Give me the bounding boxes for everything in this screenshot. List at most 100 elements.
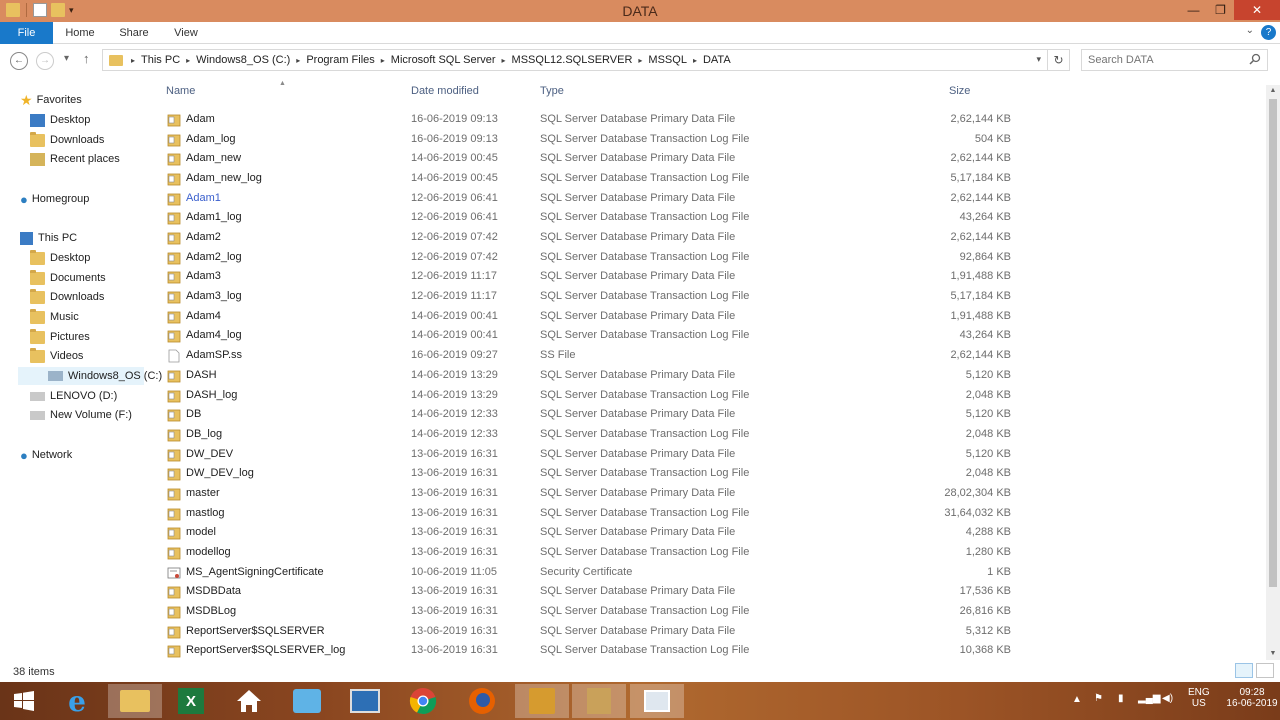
signal-icon[interactable]: ▂▄▆	[1138, 693, 1160, 704]
recent-locations-icon[interactable]: ▾	[64, 53, 69, 64]
battery-icon[interactable]: ▮	[1118, 693, 1124, 704]
volume-icon[interactable]: ◀)	[1162, 693, 1173, 704]
column-header-name[interactable]: Name	[166, 85, 195, 103]
sidebar-item-windows8-os[interactable]: Windows8_OS (C:)	[18, 367, 162, 385]
tab-view[interactable]: View	[166, 22, 206, 44]
sql-server-icon[interactable]	[515, 684, 569, 718]
sidebar-item-videos[interactable]: Videos	[30, 347, 83, 365]
column-header-size[interactable]: Size	[949, 85, 970, 103]
start-icon[interactable]	[0, 684, 48, 718]
column-header-date-modified[interactable]: Date modified	[411, 85, 479, 103]
search-icon[interactable]	[1249, 53, 1261, 68]
chevron-right-icon[interactable]: ▸	[500, 56, 508, 65]
sidebar-item-new-volume-f[interactable]: New Volume (F:)	[30, 406, 132, 424]
expand-ribbon-icon[interactable]: ⌄	[1246, 25, 1254, 36]
file-row[interactable]: Adam_new_log 14-06-2019 00:45 SQL Server D…	[160, 169, 1020, 189]
chevron-right-icon[interactable]: ▸	[691, 56, 699, 65]
sidebar-item-downloads-fav[interactable]: Downloads	[30, 131, 104, 149]
file-row[interactable]: MSDBLog 13-06-2019 16:31 SQL Server Databa…	[160, 602, 1020, 622]
file-row[interactable]: Adam_log 16-06-2019 09:13 SQL Server Datab…	[160, 130, 1020, 150]
sidebar-item-recent-places[interactable]: Recent places	[30, 150, 120, 168]
breadcrumb-data[interactable]: DATA	[699, 54, 735, 66]
sidebar-item-documents[interactable]: Documents	[30, 269, 106, 287]
large-icons-view-button[interactable]	[1256, 663, 1274, 678]
file-row[interactable]: Adam_new 14-06-2019 00:45 SQL Server Datab…	[160, 149, 1020, 169]
address-dropdown-icon[interactable]: ▾	[1036, 54, 1041, 65]
file-row[interactable]: Adam3 12-06-2019 11:17 SQL Server Database…	[160, 267, 1020, 287]
file-row[interactable]: Adam1 12-06-2019 06:41 SQL Server Database…	[160, 189, 1020, 209]
file-row[interactable]: DB_log 14-06-2019 12:33 SQL Server Databas…	[160, 425, 1020, 445]
breadcrumb-mssql[interactable]: MSSQL	[644, 54, 691, 66]
sidebar-item-homegroup[interactable]: ● Homegroup	[20, 190, 89, 208]
show-hidden-icons-icon[interactable]: ▲	[1072, 694, 1082, 705]
file-row[interactable]: MSDBData 13-06-2019 16:31 SQL Server Datab…	[160, 582, 1020, 602]
scroll-up-icon[interactable]: ▲	[1266, 85, 1280, 97]
breadcrumb-windows8-os[interactable]: Windows8_OS (C:)	[192, 54, 294, 66]
file-row[interactable]: DASH_log 14-06-2019 13:29 SQL Server Datab…	[160, 386, 1020, 406]
sidebar-item-desktop[interactable]: Desktop	[30, 249, 90, 267]
action-center-icon[interactable]: ⚑	[1094, 693, 1103, 704]
clock[interactable]: 09:28 16-06-2019	[1224, 687, 1280, 709]
tab-home[interactable]: Home	[60, 22, 100, 44]
chevron-right-icon[interactable]: ▸	[636, 56, 644, 65]
sidebar-item-network[interactable]: ● Network	[20, 446, 72, 464]
breadcrumb-program-files[interactable]: Program Files	[302, 54, 378, 66]
forward-button[interactable]: →	[36, 52, 54, 70]
close-button[interactable]: ✕	[1234, 0, 1280, 20]
file-row[interactable]: Adam4 14-06-2019 00:41 SQL Server Database…	[160, 307, 1020, 327]
sidebar-item-downloads[interactable]: Downloads	[30, 288, 104, 306]
internet-explorer-icon[interactable]: e	[50, 684, 104, 718]
help-icon[interactable]: ?	[1261, 25, 1276, 40]
file-row[interactable]: master 13-06-2019 16:31 SQL Server Databas…	[160, 484, 1020, 504]
file-row[interactable]: DB 14-06-2019 12:33 SQL Server Database Pr…	[160, 405, 1020, 425]
file-explorer-icon[interactable]	[108, 684, 162, 718]
file-row[interactable]: DASH 14-06-2019 13:29 SQL Server Database …	[160, 366, 1020, 386]
details-view-button[interactable]	[1235, 663, 1253, 678]
file-row[interactable]: ReportServer$SQLSERVER 13-06-2019 16:31 SQ…	[160, 622, 1020, 642]
sidebar-item-desktop-fav[interactable]: Desktop	[30, 111, 90, 129]
excel-icon[interactable]: X	[164, 684, 218, 718]
minimize-button[interactable]: —	[1180, 0, 1207, 20]
file-row[interactable]: Adam3_log 12-06-2019 11:17 SQL Server Data…	[160, 287, 1020, 307]
scroll-down-icon[interactable]: ▼	[1266, 648, 1280, 660]
file-row[interactable]: MS_AgentSigningCertificate 10-06-2019 11:…	[160, 563, 1020, 583]
outlook-icon[interactable]	[280, 684, 334, 718]
scrollbar-thumb[interactable]	[1269, 99, 1277, 587]
file-row[interactable]: Adam2 12-06-2019 07:42 SQL Server Database…	[160, 228, 1020, 248]
back-button[interactable]: ←	[10, 52, 28, 70]
file-row[interactable]: Adam 16-06-2019 09:13 SQL Server Database …	[160, 110, 1020, 130]
file-row[interactable]: model 13-06-2019 16:31 SQL Server Database…	[160, 523, 1020, 543]
file-row[interactable]: modellog 13-06-2019 16:31 SQL Server Datab…	[160, 543, 1020, 563]
file-row[interactable]: Adam2_log 12-06-2019 07:42 SQL Server Data…	[160, 248, 1020, 268]
breadcrumb-microsoft-sql-server[interactable]: Microsoft SQL Server	[387, 54, 500, 66]
chevron-right-icon[interactable]: ▸	[129, 56, 137, 65]
up-button[interactable]: ↑	[83, 51, 90, 66]
home-icon[interactable]	[222, 684, 276, 718]
remote-desktop-icon[interactable]	[338, 684, 392, 718]
file-row[interactable]: AdamSP.ss 16-06-2019 09:27 SS File 2,62,144…	[160, 346, 1020, 366]
vertical-scrollbar[interactable]: ▲ ▼	[1266, 85, 1280, 660]
file-row[interactable]: Adam4_log 14-06-2019 00:41 SQL Server Data…	[160, 326, 1020, 346]
search-input[interactable]	[1082, 50, 1242, 70]
chevron-right-icon[interactable]: ▸	[379, 56, 387, 65]
refresh-button[interactable]: ↻	[1048, 49, 1070, 71]
chevron-right-icon[interactable]: ▸	[294, 56, 302, 65]
breadcrumb-mssql12[interactable]: MSSQL12.SQLSERVER	[508, 54, 637, 66]
sql-tools-icon[interactable]	[572, 684, 626, 718]
sidebar-item-pictures[interactable]: Pictures	[30, 328, 90, 346]
window-icon[interactable]	[630, 684, 684, 718]
file-row[interactable]: Adam1_log 12-06-2019 06:41 SQL Server Data…	[160, 208, 1020, 228]
sidebar-item-this-pc[interactable]: This PC	[20, 229, 77, 247]
maximize-button[interactable]: ❐	[1207, 0, 1234, 20]
file-row[interactable]: mastlog 13-06-2019 16:31 SQL Server Databa…	[160, 504, 1020, 524]
sidebar-item-music[interactable]: Music	[30, 308, 79, 326]
sidebar-item-lenovo-d[interactable]: LENOVO (D:)	[30, 387, 117, 405]
chevron-right-icon[interactable]: ▸	[184, 56, 192, 65]
address-bar[interactable]: ▸ This PC ▸ Windows8_OS (C:) ▸ Program F…	[102, 49, 1048, 71]
search-box[interactable]	[1081, 49, 1268, 71]
file-row[interactable]: DW_DEV_log 13-06-2019 16:31 SQL Server Dat…	[160, 464, 1020, 484]
file-row[interactable]: ReportServer$SQLSERVER_log 13-06-2019 16:…	[160, 641, 1020, 661]
sidebar-item-favorites[interactable]: ★ Favorites	[20, 91, 82, 109]
chrome-icon[interactable]	[396, 684, 450, 718]
tab-file[interactable]: File	[0, 22, 53, 44]
